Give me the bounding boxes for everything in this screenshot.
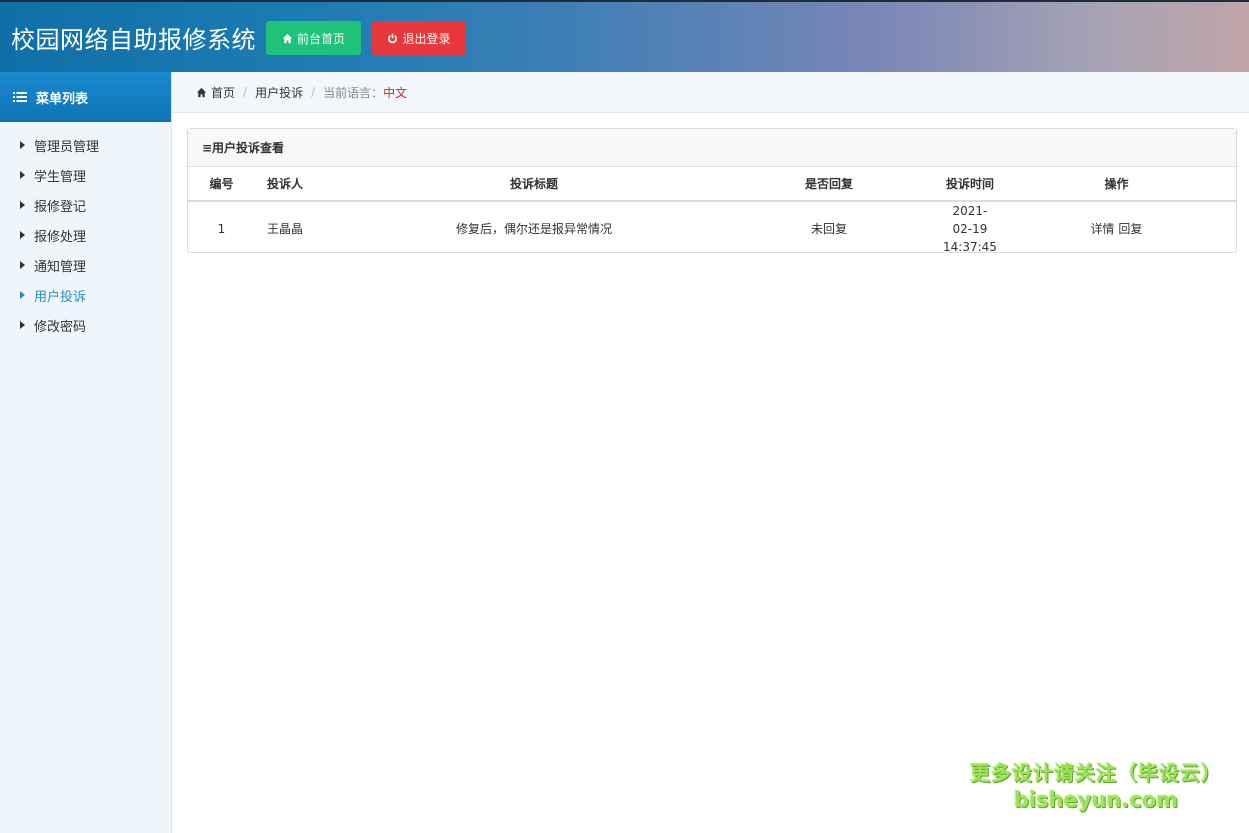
breadcrumb-home[interactable]: 首页: [211, 84, 235, 101]
caret-right-icon: [20, 321, 25, 329]
caret-right-icon: [20, 141, 25, 149]
sidebar-title: 菜单列表: [36, 91, 89, 107]
breadcrumb-separator: /: [243, 85, 248, 99]
column-header-time: 投诉时间: [943, 167, 997, 202]
home-icon: [196, 87, 207, 97]
logout-label: 退出登录: [402, 31, 451, 46]
sidebar-item-change-password[interactable]: 修改密码: [0, 310, 171, 340]
breadcrumb-current[interactable]: 用户投诉: [255, 84, 303, 101]
sidebar-item-label: 通知管理: [34, 259, 87, 275]
column-header-replied: 是否回复: [715, 167, 943, 202]
sidebar-item-label: 用户投诉: [34, 289, 87, 305]
logout-button[interactable]: 退出登录: [372, 21, 466, 55]
complaints-table: 编号 投诉人 投诉标题 是否回复 投诉时间 操作 1 王晶晶 修复后，偶尔还是报…: [188, 167, 1236, 256]
frontend-home-button[interactable]: 前台首页: [266, 21, 361, 55]
breadcrumb-separator: /: [311, 85, 316, 99]
reply-link[interactable]: 回复: [1118, 222, 1142, 236]
sidebar-item-repair-registration[interactable]: 报修登记: [0, 190, 171, 220]
cell-actions: 详情 回复: [997, 201, 1236, 256]
cell-subject: 修复后，偶尔还是报异常情况: [455, 222, 612, 236]
watermark: 更多设计请关注（毕设云） bisheyun.com: [966, 757, 1226, 812]
sidebar-item-label: 报修处理: [34, 229, 87, 245]
table-header-row: 编号 投诉人 投诉标题 是否回复 投诉时间 操作: [188, 167, 1236, 202]
table-row: 1 王晶晶 修复后，偶尔还是报异常情况 未回复 2021-02-19 14:37…: [188, 201, 1236, 256]
sidebar-item-label: 管理员管理: [34, 139, 100, 155]
language-value: 中文: [383, 85, 408, 100]
column-header-id: 编号: [188, 167, 255, 202]
sidebar-item-student-management[interactable]: 学生管理: [0, 160, 171, 190]
caret-right-icon: [20, 201, 25, 209]
watermark-line1: 更多设计请关注（毕设云）: [970, 761, 1222, 785]
sidebar: 菜单列表 管理员管理 学生管理 报修登记 报修处理 通知管理 用户投诉 修改密码: [0, 72, 172, 833]
caret-right-icon: [20, 231, 25, 239]
home-icon: [282, 33, 293, 43]
power-icon: [388, 33, 398, 43]
sidebar-item-label: 学生管理: [34, 169, 87, 185]
caret-right-icon: [20, 171, 25, 179]
language-label: 当前语言：: [323, 85, 384, 100]
column-header-complainant: 投诉人: [255, 167, 353, 202]
sidebar-item-label: 报修登记: [34, 199, 87, 215]
cell-date: 2021-02-19: [952, 204, 988, 236]
cell-id: 1: [217, 222, 226, 236]
cell-time: 2021-02-19 14:37:45: [943, 201, 997, 256]
complaints-panel: ≡用户投诉查看 编号 投诉人 投诉标题 是否回复 投诉时间 操作 1 王晶晶 修…: [187, 128, 1237, 256]
caret-right-icon: [20, 291, 25, 299]
list-icon: [13, 92, 27, 102]
watermark-line2: bisheyun.com: [1013, 788, 1179, 812]
sidebar-menu: 管理员管理 学生管理 报修登记 报修处理 通知管理 用户投诉 修改密码: [0, 122, 171, 340]
detail-link[interactable]: 详情: [1091, 222, 1115, 236]
breadcrumb: 首页 / 用户投诉 / 当前语言： 中文: [172, 72, 1249, 113]
sidebar-header: 菜单列表: [0, 72, 171, 122]
app-title: 校园网络自助报修系统: [11, 26, 256, 54]
sidebar-item-notice-management[interactable]: 通知管理: [0, 250, 171, 280]
cell-complainant: 王晶晶: [267, 222, 304, 236]
caret-right-icon: [20, 261, 25, 269]
panel-title: ≡用户投诉查看: [188, 129, 1236, 167]
sidebar-item-repair-processing[interactable]: 报修处理: [0, 220, 171, 250]
sidebar-item-user-complaints[interactable]: 用户投诉: [0, 280, 171, 310]
column-header-actions: 操作: [996, 167, 1236, 202]
column-header-subject: 投诉标题: [353, 167, 715, 202]
top-header: 校园网络自助报修系统 前台首页 退出登录: [0, 0, 1249, 72]
cell-clock: 14:37:45: [943, 240, 997, 254]
cell-replied: 未回复: [810, 222, 847, 236]
sidebar-item-label: 修改密码: [34, 319, 87, 335]
frontend-home-label: 前台首页: [296, 31, 345, 46]
sidebar-item-admin-management[interactable]: 管理员管理: [0, 130, 171, 160]
